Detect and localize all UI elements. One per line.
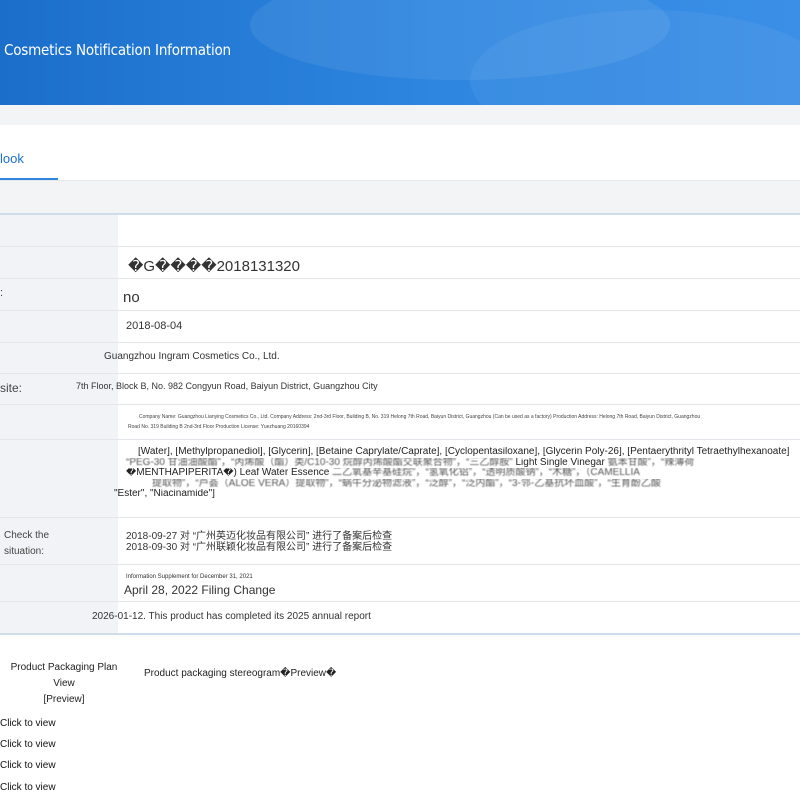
detail-table: �G����2018131320 : no 2018-08-04 Guangzh… <box>0 213 800 635</box>
packaging-plan-view-label: Product Packaging Plan View <box>10 662 118 689</box>
manufacturer-info: Company Name: Guangzhou Lianying Cosmeti… <box>139 414 701 420</box>
table-row <box>0 215 800 247</box>
view-link[interactable]: Click to view <box>0 718 56 729</box>
ingredients-line: 二乙氧基辛基硅烷”，“氢氧化铝”，“透明质酸钠”，“木糖”，（CAMELLIA <box>332 468 640 478</box>
annual-report-status: 2026-01-12. This product has completed i… <box>92 611 371 622</box>
packaging-stereogram-link[interactable]: Product packaging stereogram�Preview� <box>144 668 336 679</box>
ingredients-line: “PEG-30 甘油油酸酯”，“丙烯酸（酯）类/C10-30 烷醇丙烯酸酯交联聚… <box>126 457 513 468</box>
supplement-note: Information Supplement for December 31, … <box>126 574 253 580</box>
table-row: Guangzhou Ingram Cosmetics Co., Ltd. <box>0 343 800 374</box>
table-row: [Water], [Methylpropanediol], [Glycerin]… <box>0 440 800 518</box>
filing-number: �G����2018131320 <box>128 258 300 275</box>
section-divider <box>0 181 800 213</box>
table-row: 2026-01-12. This product has completed i… <box>0 602 800 633</box>
table-row: �G����2018131320 <box>0 247 800 279</box>
inspection-record: 2018-09-30 对 “广州联颖化妆品有限公司” 进行了备案后检查 <box>126 542 393 553</box>
company-name: Guangzhou Ingram Cosmetics Co., Ltd. <box>104 351 280 362</box>
row-value: no <box>123 289 140 306</box>
table-row: site: 7th Floor, Block B, No. 982 Congyu… <box>0 374 800 405</box>
ingredients-line: "Ester", "Niacinamide"] <box>114 489 215 499</box>
ingredients-line: [Water], [Methylpropanediol], [Glycerin]… <box>138 447 790 457</box>
plan-preview-link[interactable]: [Preview] <box>4 692 124 708</box>
filing-change: April 28, 2022 Filing Change <box>124 583 276 597</box>
table-row: Check the situation: 2018-09-27 对 “广州英迈化… <box>0 518 800 565</box>
ingredients-list: [Water], [Methylpropanediol], [Glycerin]… <box>112 447 800 500</box>
view-link[interactable]: Click to view <box>0 739 56 750</box>
view-link[interactable]: Click to view <box>0 760 56 771</box>
table-row: Information Supplement for December 31, … <box>0 565 800 602</box>
table-row: : no <box>0 279 800 311</box>
ingredients-line: 氨苯甘酸”，“辣薄荷 <box>607 457 695 468</box>
filing-date: 2018-08-04 <box>126 320 183 332</box>
manufacturer-info: Road No. 319 Building B 2nd-3rd Floor Pr… <box>128 424 310 430</box>
view-link[interactable]: Click to view <box>0 782 56 793</box>
table-row: Company Name: Guangzhou Lianying Cosmeti… <box>0 405 800 440</box>
row-label: Check the situation: <box>4 530 50 557</box>
page-title: Cosmetics Notification Information <box>4 41 231 59</box>
header-banner: Cosmetics Notification Information <box>0 0 800 105</box>
tab-bar: look <box>0 125 800 181</box>
ingredients-line: 提取物”，“芦荟（ALOE VERA）提取物”，“蜗牛分泌物滤液”，“泛醇”，“… <box>152 478 661 489</box>
section-divider <box>0 105 800 125</box>
active-tab-indicator <box>0 178 58 180</box>
tab-look[interactable]: look <box>0 151 24 166</box>
row-label: site: <box>0 381 23 395</box>
ingredients-line: Light Single Vinegar <box>515 457 605 468</box>
table-row: 2018-08-04 <box>0 311 800 343</box>
packaging-plan-view: Product Packaging Plan View [Preview] <box>4 660 124 708</box>
company-address: 7th Floor, Block B, No. 982 Congyun Road… <box>76 381 378 391</box>
row-label: : <box>0 287 4 299</box>
ingredients-line: �MENTHAPIPERITA�) Leaf Water Essence <box>126 468 330 478</box>
